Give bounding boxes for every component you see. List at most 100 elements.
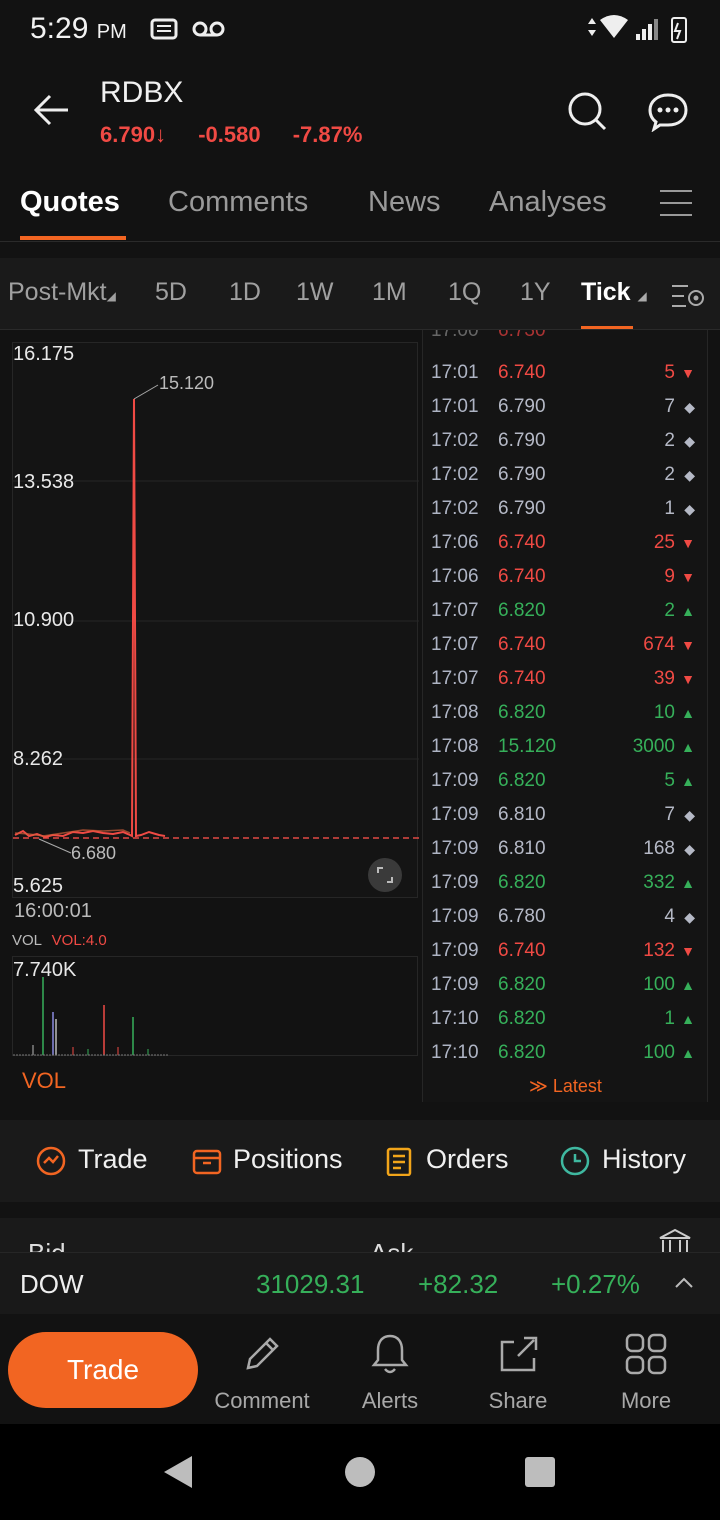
active-tab-indicator bbox=[20, 236, 126, 240]
period-1y[interactable]: 1Y bbox=[520, 278, 551, 307]
up-triangle-icon: ▲ bbox=[681, 977, 695, 993]
alerts-label: Alerts bbox=[361, 1388, 419, 1413]
tick-row: 17:08 15.120 3000 ▲ bbox=[423, 736, 707, 770]
tick-price: 6.740 bbox=[498, 668, 546, 689]
tick-row: 17:09 6.740 132 ▼ bbox=[423, 940, 707, 974]
volume-chart[interactable]: 7.740K bbox=[12, 956, 418, 1056]
status-time: 5:29 PM bbox=[30, 12, 127, 46]
up-triangle-icon: ▲ bbox=[681, 705, 695, 721]
diamond-icon: ◆ bbox=[684, 399, 695, 415]
hamburger-menu-icon[interactable] bbox=[658, 188, 694, 218]
y-tick-label: 5.625 bbox=[13, 875, 64, 897]
nav-back-icon[interactable] bbox=[160, 1454, 196, 1490]
tick-time: 17:09 bbox=[431, 872, 479, 893]
tick-price: 6.820 bbox=[498, 1042, 546, 1063]
down-triangle-icon: ▼ bbox=[681, 671, 695, 687]
index-change: +82.32 bbox=[418, 1269, 499, 1299]
period-5d[interactable]: 5D bbox=[155, 278, 187, 307]
tick-price: 6.740 bbox=[498, 940, 546, 961]
tick-list[interactable]: 17:00 6.730 17:01 6.740 5 ▼ 17:01 6.790 7 ◆ 17:0… bbox=[422, 330, 708, 1102]
down-arrow-icon: ↓ bbox=[155, 122, 167, 147]
status-time-value: 5:29 bbox=[30, 12, 89, 45]
tab-news[interactable]: News bbox=[368, 186, 441, 219]
tab-comments[interactable]: Comments bbox=[168, 186, 308, 219]
tick-price: 6.820 bbox=[498, 974, 546, 995]
up-triangle-icon: ▲ bbox=[681, 1045, 695, 1061]
tick-time: 17:09 bbox=[431, 906, 479, 927]
positions-action[interactable]: Positions bbox=[233, 1144, 343, 1175]
share-button[interactable]: Share bbox=[474, 1332, 562, 1414]
volume-indicator-label[interactable]: VOL bbox=[22, 1068, 66, 1094]
diamond-icon: ◆ bbox=[684, 433, 695, 449]
period-1m[interactable]: 1M bbox=[372, 278, 407, 307]
trade-action[interactable]: Trade bbox=[78, 1144, 148, 1175]
tick-row: 17:02 6.790 2 ◆ bbox=[423, 430, 707, 464]
orders-action[interactable]: Orders bbox=[426, 1144, 509, 1175]
down-triangle-icon: ▼ bbox=[681, 569, 695, 585]
status-icons bbox=[588, 15, 687, 43]
index-value: 31029.31 bbox=[256, 1269, 365, 1299]
orders-icon bbox=[386, 1147, 412, 1176]
low-marker-line bbox=[38, 838, 72, 854]
tick-volume: 39 bbox=[653, 668, 675, 689]
alerts-button[interactable]: Alerts bbox=[346, 1332, 434, 1414]
period-tick[interactable]: Tick ◢ bbox=[581, 278, 647, 307]
back-arrow-icon[interactable] bbox=[32, 90, 72, 130]
tick-row: 17:09 6.810 168 ◆ bbox=[423, 838, 707, 872]
tick-time: 17:02 bbox=[431, 498, 479, 519]
tick-volume: 1 bbox=[664, 1008, 675, 1029]
tick-volume: 2 bbox=[664, 600, 675, 621]
tick-time: 17:09 bbox=[431, 838, 479, 859]
diamond-icon: ◆ bbox=[684, 501, 695, 517]
ticker-symbol: RDBX bbox=[100, 76, 184, 109]
tab-quotes[interactable]: Quotes bbox=[20, 186, 120, 219]
period-1q[interactable]: 1Q bbox=[448, 278, 481, 307]
share-icon bbox=[500, 1336, 538, 1372]
positions-icon bbox=[192, 1149, 222, 1175]
main-tabs: Quotes Comments News Analyses bbox=[0, 176, 720, 242]
tick-time: 17:10 bbox=[431, 1042, 479, 1063]
diamond-icon: ◆ bbox=[684, 807, 695, 823]
tick-price: 6.810 bbox=[498, 804, 546, 825]
tick-time: 17:07 bbox=[431, 668, 479, 689]
chat-bubble-icon[interactable] bbox=[648, 92, 690, 132]
y-tick-label: 13.538 bbox=[13, 471, 75, 493]
chart-start-time: 16:00:01 bbox=[14, 900, 92, 922]
period-post-mkt[interactable]: Post-Mkt◢ bbox=[8, 278, 116, 307]
chevron-up-icon[interactable] bbox=[674, 1275, 694, 1289]
fullscreen-icon[interactable] bbox=[376, 866, 394, 884]
latest-label: Latest bbox=[552, 1076, 602, 1096]
tick-time: 17:09 bbox=[431, 804, 479, 825]
history-action[interactable]: History bbox=[602, 1144, 686, 1175]
tick-volume: 25 bbox=[653, 532, 675, 553]
last-price-value: 6.790 bbox=[100, 122, 156, 147]
latest-button[interactable]: ≫ Latest bbox=[529, 1076, 602, 1097]
tick-price: 6.780 bbox=[498, 906, 546, 927]
y-tick-label: 8.262 bbox=[13, 748, 64, 770]
tick-row: 17:06 6.740 25 ▼ bbox=[423, 532, 707, 566]
diamond-icon: ◆ bbox=[684, 841, 695, 857]
diamond-icon: ◆ bbox=[684, 467, 695, 483]
tick-price: 6.810 bbox=[498, 838, 546, 859]
index-ticker-bar[interactable]: DOW 31029.31 +82.32 +0.27% bbox=[0, 1252, 720, 1314]
more-button[interactable]: More bbox=[602, 1332, 690, 1414]
tab-analyses[interactable]: Analyses bbox=[489, 186, 607, 219]
trade-button[interactable]: Trade bbox=[8, 1332, 198, 1408]
period-1d[interactable]: 1D bbox=[229, 278, 261, 307]
up-triangle-icon: ▲ bbox=[681, 603, 695, 619]
nav-home-icon[interactable] bbox=[342, 1454, 378, 1490]
tick-volume: 2 bbox=[664, 430, 675, 451]
more-label: More bbox=[620, 1388, 672, 1413]
chart-settings-icon[interactable] bbox=[670, 282, 706, 310]
tick-volume: 7 bbox=[664, 396, 675, 417]
comment-button[interactable]: Comment bbox=[204, 1332, 320, 1414]
tick-volume: 132 bbox=[643, 940, 675, 961]
period-selector: Post-Mkt◢ 5D 1D 1W 1M 1Q 1Y Tick ◢ bbox=[0, 258, 720, 330]
nav-recents-icon[interactable] bbox=[522, 1454, 558, 1490]
price-chart[interactable]: 16.175 13.538 10.900 8.262 5.625 15.120 … bbox=[12, 342, 419, 898]
period-1w[interactable]: 1W bbox=[296, 278, 334, 307]
message-icon bbox=[150, 18, 178, 40]
tick-price: 6.790 bbox=[498, 464, 546, 485]
period-tick-label: Tick bbox=[581, 278, 631, 306]
search-icon[interactable] bbox=[566, 90, 608, 132]
